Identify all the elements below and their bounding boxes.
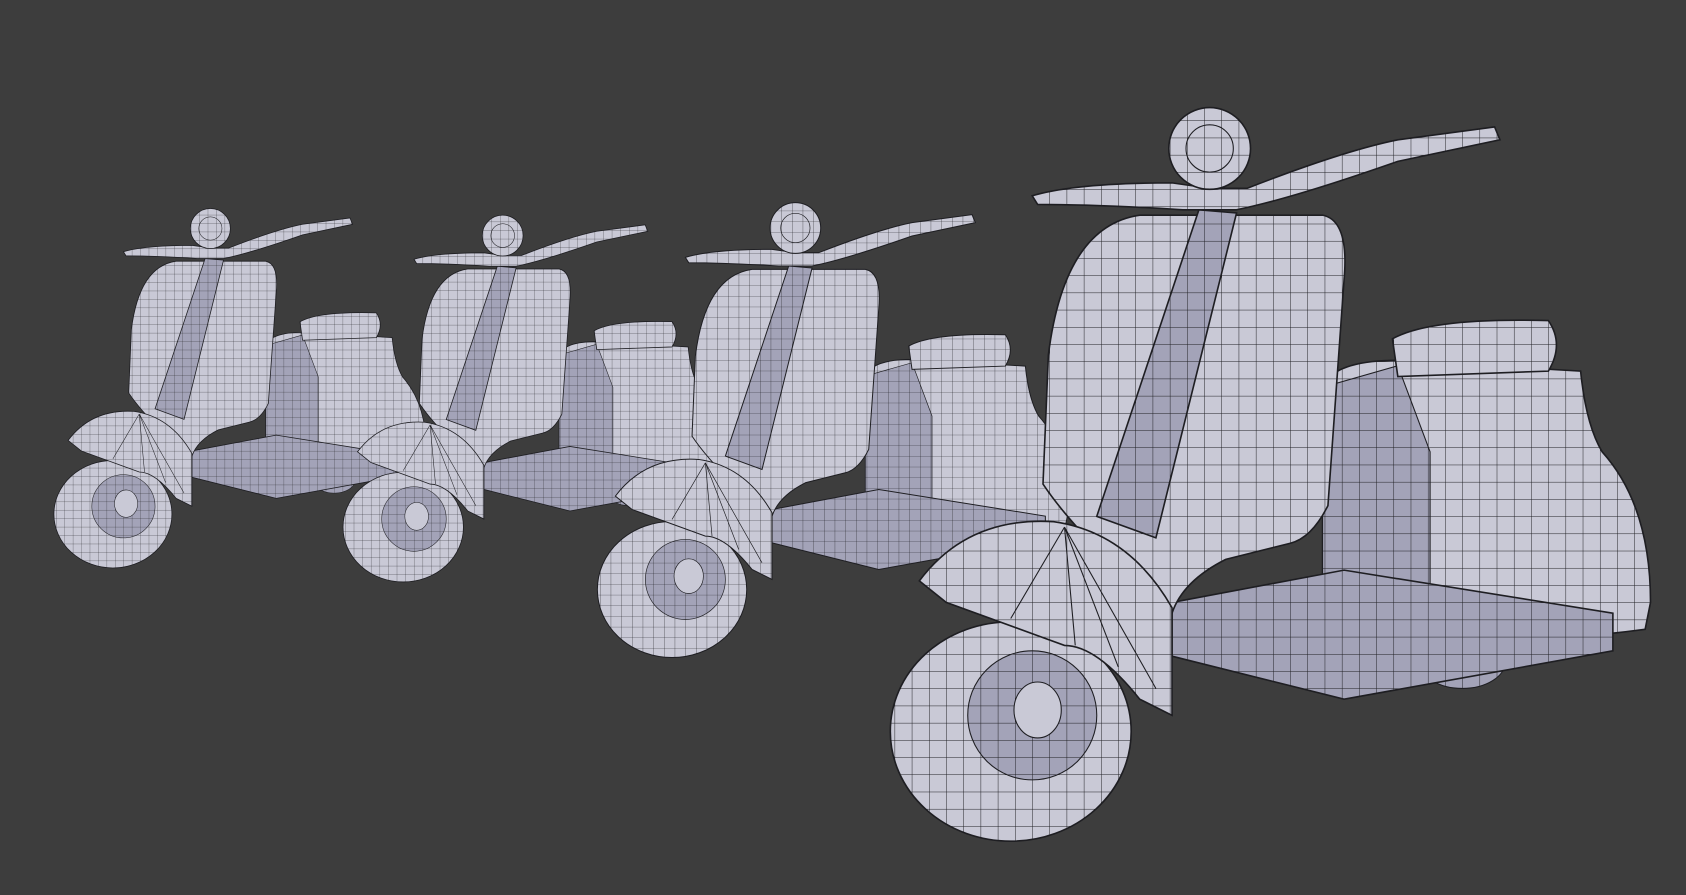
3d-viewport[interactable] — [0, 0, 1686, 895]
